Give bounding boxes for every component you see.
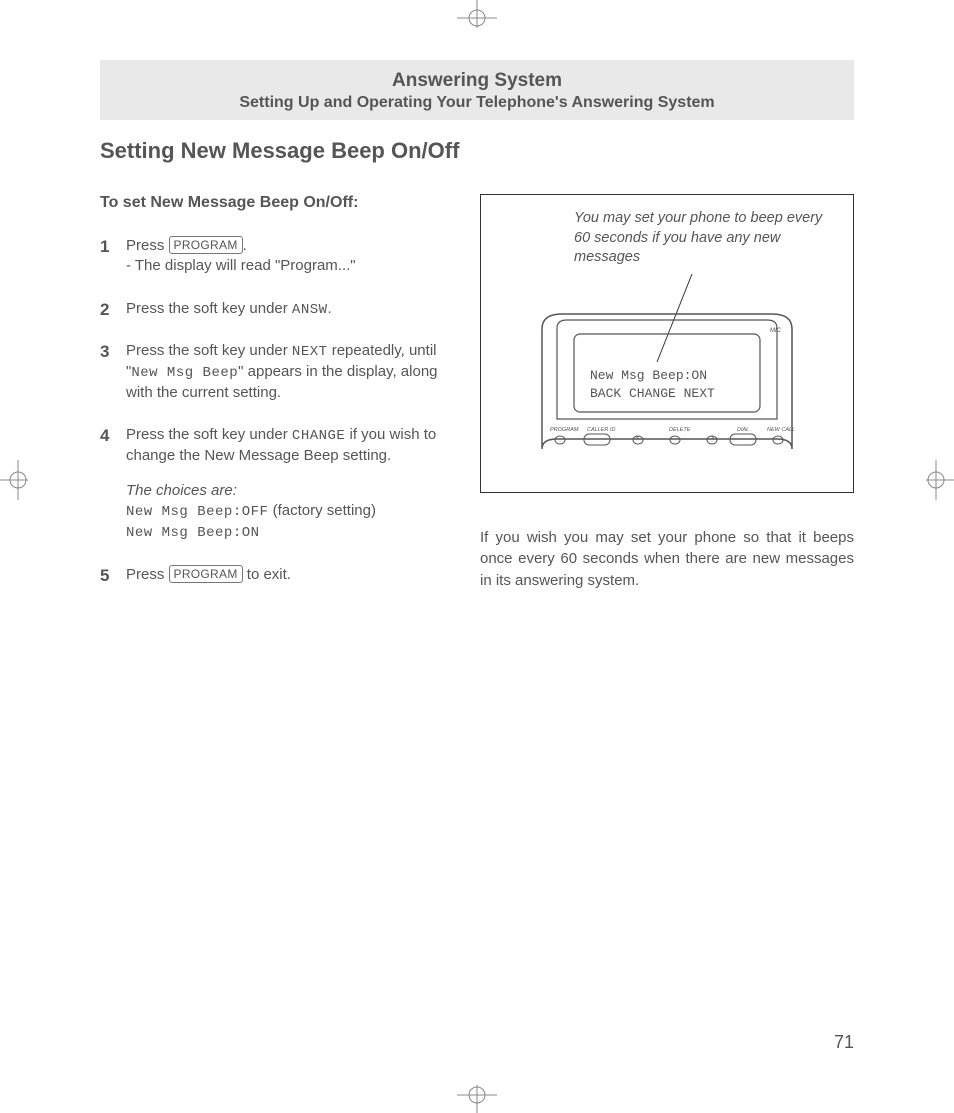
step-1-sub: - The display will read "Program..." — [126, 257, 356, 274]
header-subtitle: Setting Up and Operating Your Telephone'… — [108, 94, 846, 112]
step-2-text-a: Press the soft key under — [126, 300, 292, 317]
lcd-on: New Msg Beep:ON — [126, 525, 260, 541]
crop-mark-left — [0, 450, 38, 510]
crop-mark-bottom — [447, 1075, 507, 1113]
intro-heading: To set New Message Beep On/Off: — [100, 194, 440, 212]
program-keycap-2: PROGRAM — [169, 565, 243, 583]
figure-caption: You may set your phone to beep every 60 … — [574, 209, 835, 268]
lcd-newmsgbeep: New Msg Beep — [131, 365, 238, 381]
page-number: 71 — [834, 1032, 854, 1053]
btn-label-delete: DELETE — [669, 427, 691, 433]
screen-line-1: New Msg Beep:ON — [590, 368, 707, 383]
lcd-next: NEXT — [292, 344, 328, 360]
step-5-text-b: to exit. — [243, 566, 291, 583]
step-3: Press the soft key under NEXT repeatedly… — [100, 341, 440, 403]
btn-label-dial: DIAL — [737, 427, 749, 433]
step-3-text-a: Press the soft key under — [126, 342, 292, 359]
left-column: To set New Message Beep On/Off: Press PR… — [100, 194, 440, 607]
mic-label: MIC — [770, 328, 782, 334]
figure-box: You may set your phone to beep every 60 … — [480, 194, 854, 493]
steps-list: Press PROGRAM. - The display will read "… — [100, 236, 440, 585]
phone-illustration: MIC New Msg Beep:ON BACK CHANGE NEXT PRO… — [512, 274, 822, 474]
lcd-answ: ANSW — [292, 302, 328, 318]
screen-line-2: BACK CHANGE NEXT — [590, 386, 715, 401]
step-2: Press the soft key under ANSW. — [100, 299, 440, 320]
lcd-change: CHANGE — [292, 428, 345, 444]
step-1-text-b: . — [243, 237, 247, 254]
btn-label-callerid: CALLER ID — [587, 427, 615, 433]
step-2-text-b: . — [328, 300, 332, 317]
header-title: Answering System — [108, 70, 846, 92]
choices-label: The choices are: — [126, 481, 440, 501]
step-5: Press PROGRAM to exit. — [100, 565, 440, 585]
factory-suffix: (factory setting) — [268, 502, 376, 519]
crop-mark-top — [447, 0, 507, 38]
lcd-off: New Msg Beep:OFF — [126, 504, 268, 520]
step-4: Press the soft key under CHANGE if you w… — [100, 425, 440, 542]
program-keycap: PROGRAM — [169, 236, 243, 254]
step-1-text-a: Press — [126, 237, 169, 254]
step-1: Press PROGRAM. - The display will read "… — [100, 236, 440, 277]
page-header: Answering System Setting Up and Operatin… — [100, 60, 854, 120]
step-5-text-a: Press — [126, 566, 169, 583]
body-paragraph: If you wish you may set your phone so th… — [480, 527, 854, 592]
crop-mark-right — [916, 450, 954, 510]
btn-label-newcall: NEW CALL — [767, 427, 795, 433]
step-4-text-a: Press the soft key under — [126, 426, 292, 443]
right-column: You may set your phone to beep every 60 … — [480, 194, 854, 607]
btn-label-program: PROGRAM — [550, 427, 579, 433]
section-title: Setting New Message Beep On/Off — [100, 138, 854, 164]
